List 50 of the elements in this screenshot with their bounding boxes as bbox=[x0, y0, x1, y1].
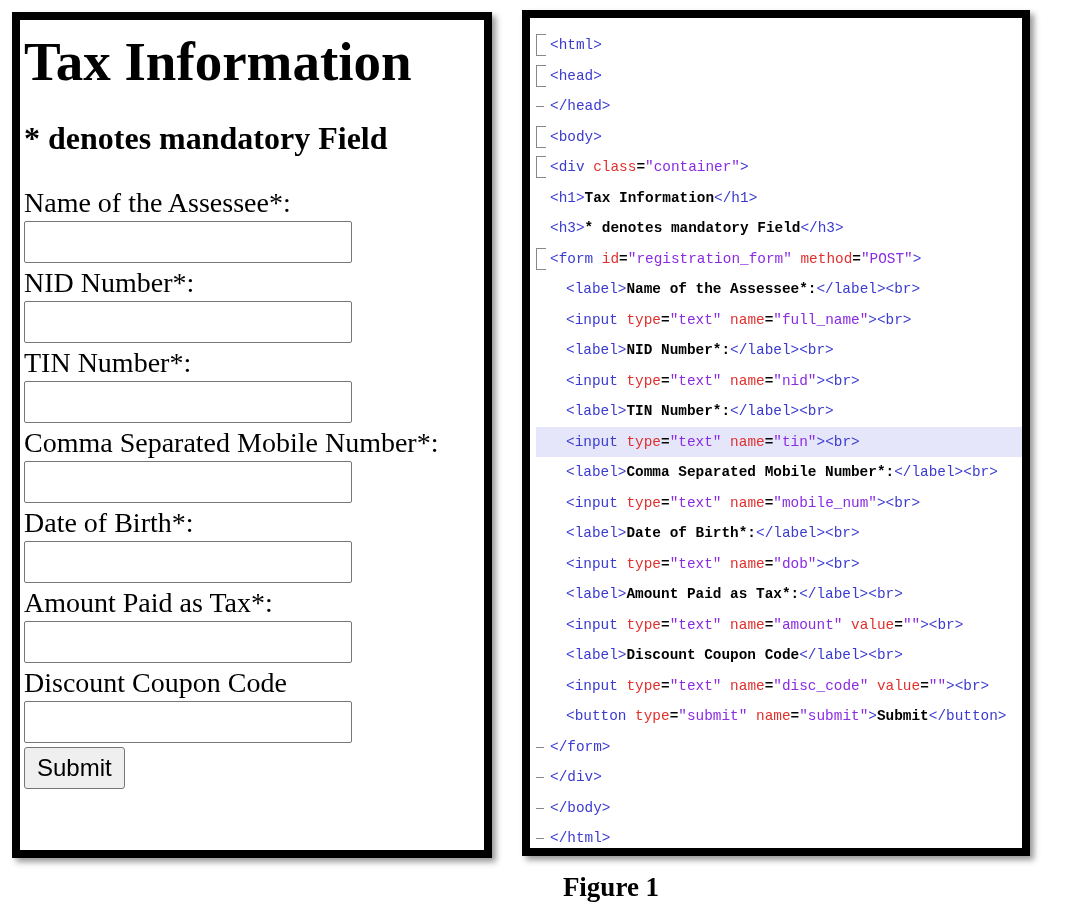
code-line: <input type="text" name="dob"><br> bbox=[565, 555, 860, 572]
code-line: <body> bbox=[550, 128, 602, 145]
code-line: <label>NID Number*:</label><br> bbox=[565, 342, 834, 359]
field-label: Date of Birth*: bbox=[24, 505, 194, 540]
code-line: </body> bbox=[550, 799, 611, 816]
input-field[interactable] bbox=[24, 380, 352, 423]
code-line: <head> bbox=[550, 67, 602, 84]
fold-icon[interactable] bbox=[536, 247, 546, 270]
mandatory-note: * denotes mandatory Field bbox=[24, 118, 388, 157]
code-line: <label>Name of the Assessee*:</label><br> bbox=[565, 281, 921, 298]
field-label: NID Number*: bbox=[24, 265, 195, 300]
code-line: </html> bbox=[550, 830, 611, 847]
code-line: <input type="text" name="nid"><br> bbox=[565, 372, 860, 389]
input-field[interactable] bbox=[24, 220, 352, 263]
code-line: <label>Comma Separated Mobile Number*:</label><br> bbox=[565, 464, 998, 481]
code-line: <input type="text" name="amount" value=""><br> bbox=[565, 616, 964, 633]
code-line: <html> bbox=[550, 37, 602, 54]
code-line: <input type="text" name="tin"><br> bbox=[565, 433, 860, 450]
field-label: Discount Coupon Code bbox=[24, 665, 287, 700]
input-field[interactable] bbox=[24, 700, 352, 743]
code-line: </div> bbox=[550, 769, 602, 786]
code-line: <button type="submit" name="submit">Submit</button> bbox=[565, 708, 1007, 725]
field-label: Name of the Assessee*: bbox=[24, 185, 291, 220]
code-line: <label>TIN Number*:</label><br> bbox=[565, 403, 834, 420]
code-line: <h1>Tax Information</h1> bbox=[550, 189, 758, 206]
code-line: <form id="registration_form" method="POST"> bbox=[550, 250, 922, 267]
code-line: <input type="text" name="mobile_num"><br> bbox=[565, 494, 921, 511]
code-line: <label>Date of Birth*:</label><br> bbox=[565, 525, 860, 542]
field-label: Comma Separated Mobile Number*: bbox=[24, 425, 439, 460]
code-line: <h3>* denotes mandatory Field</h3> bbox=[550, 220, 844, 237]
fold-icon[interactable] bbox=[536, 64, 546, 87]
figure-caption: Figure 1 bbox=[562, 872, 660, 903]
code-line: <label>Discount Coupon Code</label><br> bbox=[565, 647, 903, 664]
code-line: <input type="text" name="full_name"><br> bbox=[565, 311, 912, 328]
input-field[interactable] bbox=[24, 540, 352, 583]
input-field[interactable] bbox=[24, 460, 352, 503]
input-field[interactable] bbox=[24, 300, 352, 343]
fold-icon[interactable] bbox=[536, 156, 546, 179]
code-line: </head> bbox=[550, 98, 611, 115]
code-line: <div class="container"> bbox=[550, 159, 749, 176]
page-heading: Tax Information bbox=[24, 32, 412, 93]
submit-button[interactable]: Submit bbox=[24, 746, 125, 789]
code-line: </form> bbox=[550, 738, 611, 755]
code-line: <input type="text" name="disc_code" value=""><br> bbox=[565, 677, 990, 694]
field-label: TIN Number*: bbox=[24, 345, 192, 380]
field-label: Amount Paid as Tax*: bbox=[24, 585, 273, 620]
fold-icon[interactable] bbox=[536, 34, 546, 57]
code-line: <label>Amount Paid as Tax*:</label><br> bbox=[565, 586, 903, 603]
input-field[interactable] bbox=[24, 620, 352, 663]
fold-icon[interactable] bbox=[536, 125, 546, 148]
